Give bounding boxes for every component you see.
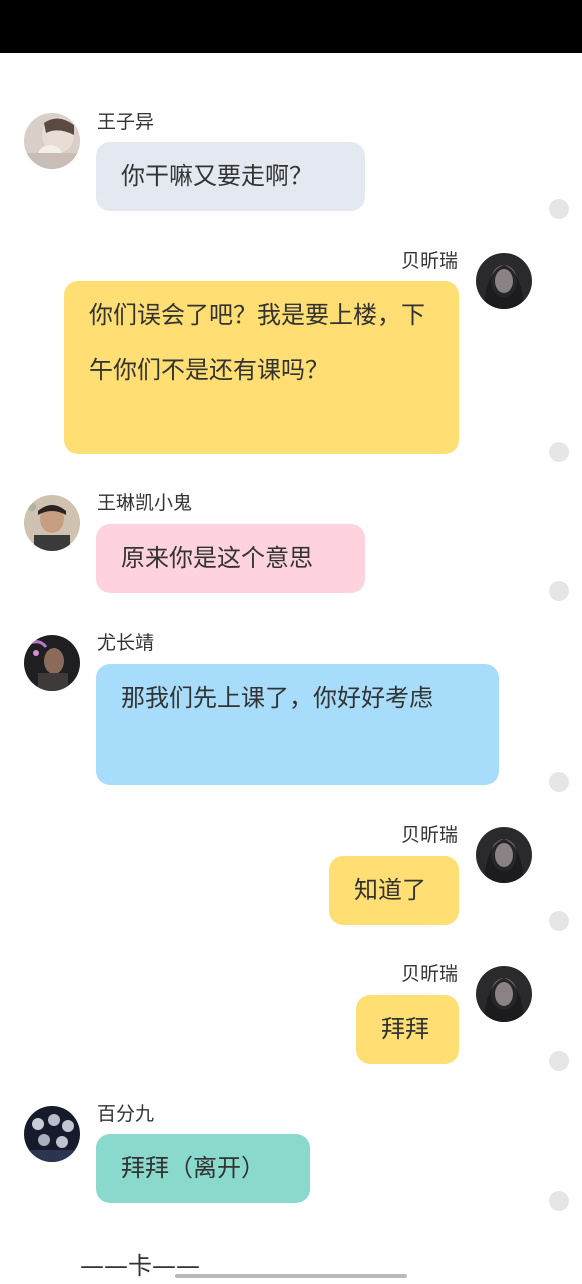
status-dot xyxy=(549,581,569,601)
message-bubble[interactable]: 拜拜 xyxy=(356,995,459,1064)
sender-name: 贝昕瑞 xyxy=(400,824,458,846)
avatar[interactable] xyxy=(24,635,80,691)
status-dot xyxy=(549,772,569,792)
home-indicator[interactable] xyxy=(175,1274,407,1278)
sender-name: 王琳凯小鬼 xyxy=(97,492,193,514)
sender-name: 尤长靖 xyxy=(97,632,155,654)
sender-name: 贝昕瑞 xyxy=(400,963,458,985)
avatar[interactable] xyxy=(24,1106,80,1162)
avatar[interactable] xyxy=(476,253,532,309)
message-bubble[interactable]: 那我们先上课了，你好好考虑 xyxy=(96,664,499,785)
sender-name: 贝昕瑞 xyxy=(400,250,458,272)
message-bubble[interactable]: 你干嘛又要走啊？ xyxy=(96,142,365,211)
avatar[interactable] xyxy=(24,113,80,169)
message-bubble[interactable]: 你们误会了吧？我是要上楼，下午你们不是还有课吗？ xyxy=(64,281,459,454)
status-dot xyxy=(549,199,569,219)
avatar[interactable] xyxy=(24,495,80,551)
status-dot xyxy=(549,442,569,462)
message-bubble[interactable]: 原来你是这个意思 xyxy=(96,524,365,593)
sender-name: 百分九 xyxy=(97,1103,155,1125)
status-dot xyxy=(549,1051,569,1071)
footer-text: ——卡—— xyxy=(80,1252,200,1280)
status-dot xyxy=(549,911,569,931)
avatar[interactable] xyxy=(476,966,532,1022)
sender-name: 王子异 xyxy=(97,111,155,133)
status-bar xyxy=(0,0,582,53)
message-bubble[interactable]: 知道了 xyxy=(329,856,459,925)
status-dot xyxy=(549,1191,569,1211)
message-bubble[interactable]: 拜拜（离开） xyxy=(96,1134,310,1203)
avatar[interactable] xyxy=(476,827,532,883)
